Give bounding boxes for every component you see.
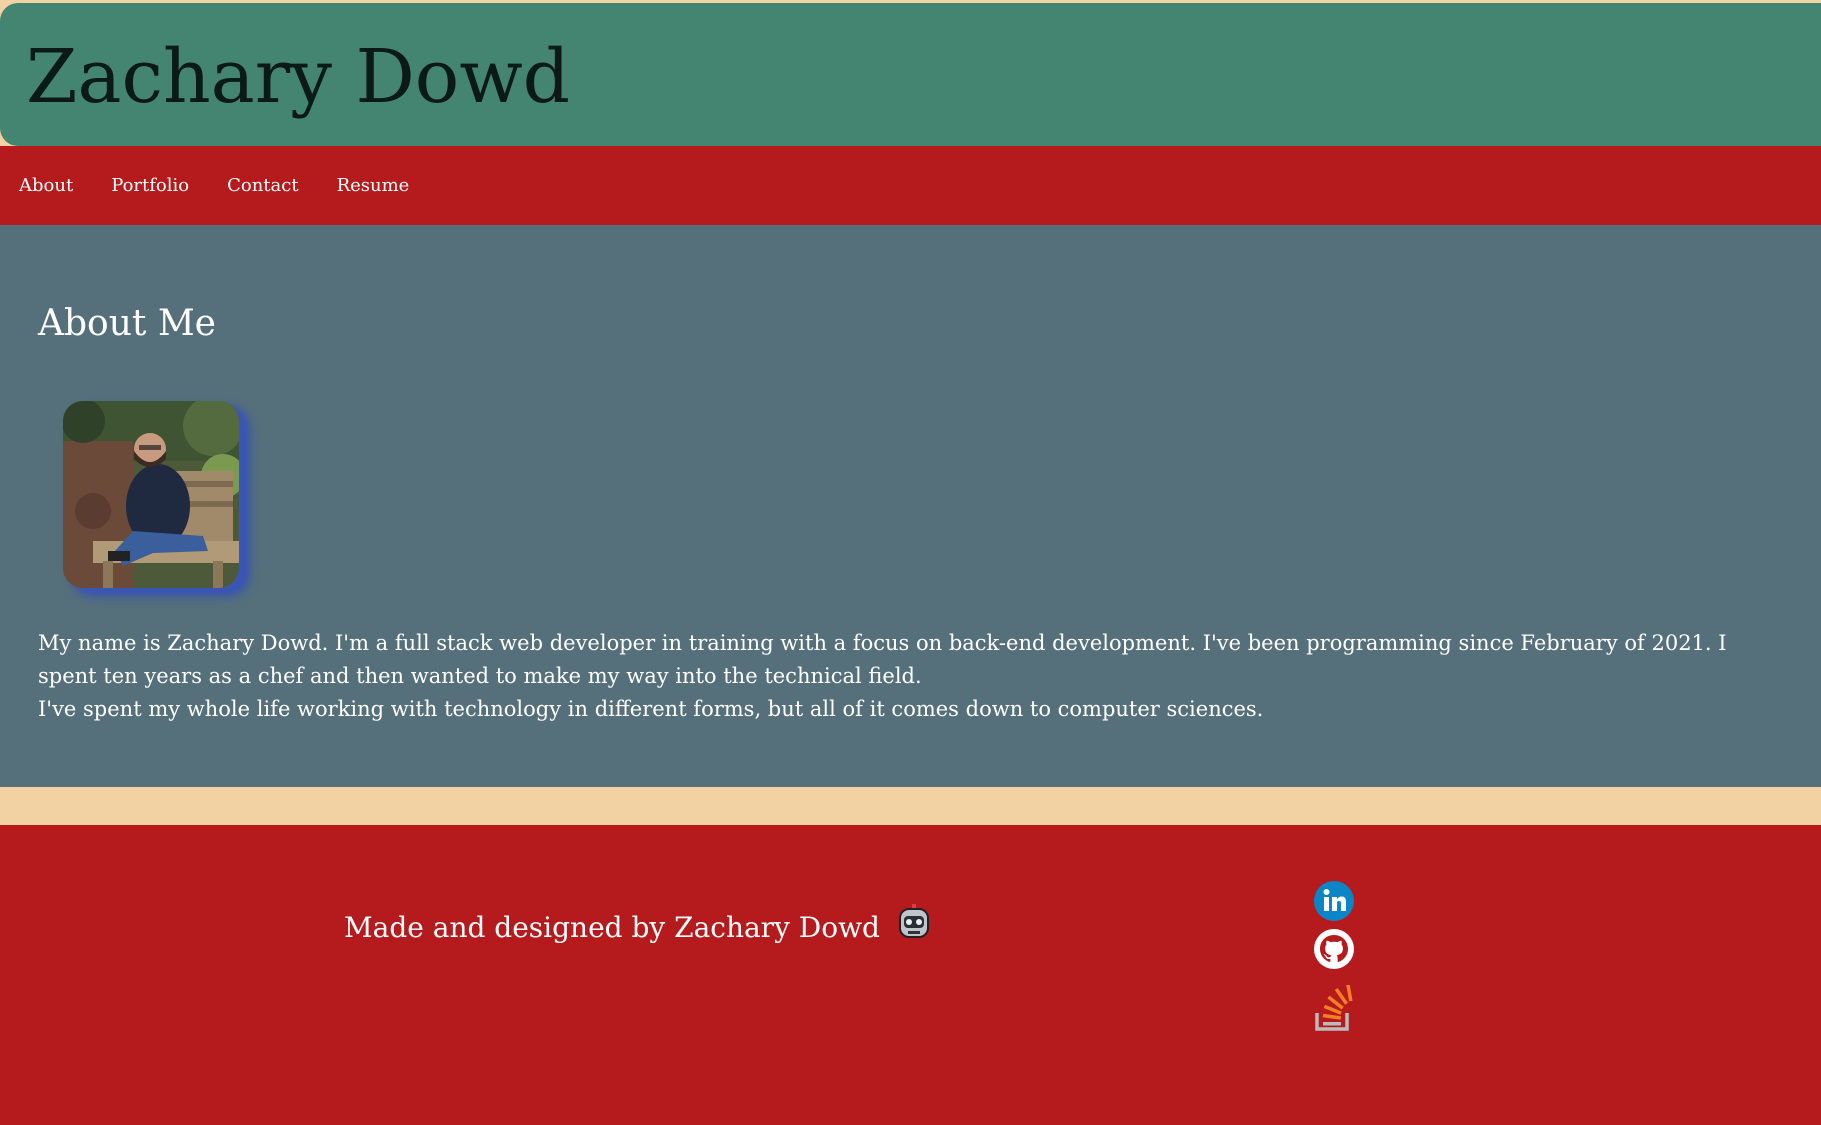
about-section: About Me My name is Zachary Dowd. I'm a … xyxy=(0,225,1821,787)
profile-photo xyxy=(63,401,239,588)
nav-link-portfolio[interactable]: Portfolio xyxy=(111,175,189,196)
nav-link-resume[interactable]: Resume xyxy=(337,175,410,196)
about-paragraph-1: My name is Zachary Dowd. I'm a full stac… xyxy=(38,631,1727,688)
about-paragraph-2: I've spent my whole life working with te… xyxy=(38,697,1264,721)
nav-link-contact[interactable]: Contact xyxy=(227,175,298,196)
nav-link-about[interactable]: About xyxy=(19,175,73,196)
robot-icon xyxy=(897,904,931,947)
linkedin-icon[interactable] xyxy=(1313,880,1355,922)
footer-credit: Made and designed by Zachary Dowd xyxy=(344,904,931,951)
github-icon[interactable] xyxy=(1313,928,1355,970)
main-nav: About Portfolio Contact Resume xyxy=(0,146,1821,225)
section-divider xyxy=(0,787,1821,825)
about-heading: About Me xyxy=(38,303,216,344)
site-title: Zachary Dowd xyxy=(26,34,571,120)
stackoverflow-icon[interactable] xyxy=(1313,982,1355,1031)
about-text: My name is Zachary Dowd. I'm a full stac… xyxy=(38,627,1788,726)
footer-credit-text: Made and designed by Zachary Dowd xyxy=(344,911,880,944)
site-footer: Made and designed by Zachary Dowd xyxy=(0,825,1821,1125)
site-header: Zachary Dowd xyxy=(0,3,1821,146)
